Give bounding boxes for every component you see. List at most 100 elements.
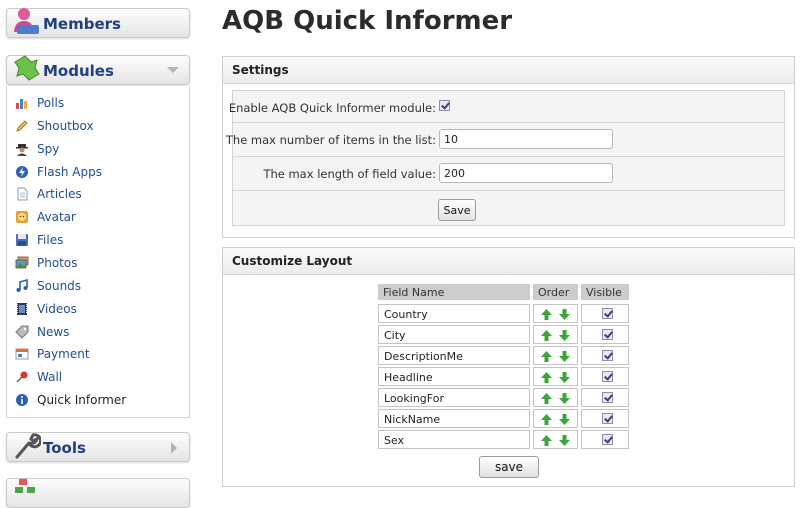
poll-chart-icon xyxy=(15,96,29,110)
members-icon xyxy=(14,8,39,34)
move-down-icon[interactable] xyxy=(559,309,570,320)
visible-checkbox[interactable] xyxy=(602,392,613,403)
field-name-cell: Headline xyxy=(378,367,530,386)
sidebar-item-label: Articles xyxy=(37,187,82,202)
news-tag-icon xyxy=(15,325,29,339)
sidebar-item-flash-apps[interactable]: Flash Apps xyxy=(15,163,102,181)
order-cell xyxy=(533,325,578,344)
modules-header[interactable]: Modules xyxy=(6,55,190,85)
pencil-icon xyxy=(15,119,29,133)
move-down-icon[interactable] xyxy=(559,330,570,341)
field-name-header: Field Name xyxy=(378,284,530,300)
field-name-cell: DescriptionMe xyxy=(378,346,530,365)
move-up-icon[interactable] xyxy=(541,393,552,404)
visible-cell xyxy=(581,388,629,407)
visible-checkbox[interactable] xyxy=(602,329,613,340)
order-header: Order xyxy=(533,284,578,300)
members-label: Members xyxy=(43,15,121,33)
enable-checkbox[interactable] xyxy=(439,100,450,111)
chevron-down-icon xyxy=(167,67,179,73)
sidebar-item-quick-informer[interactable]: Quick Informer xyxy=(15,391,126,409)
sidebar-item-label: Flash Apps xyxy=(37,164,102,179)
sidebar-item-label: Spy xyxy=(37,141,60,156)
page-title: AQB Quick Informer xyxy=(222,6,513,36)
sidebar-item-label: Files xyxy=(37,233,64,248)
move-up-icon[interactable] xyxy=(541,309,552,320)
move-up-icon[interactable] xyxy=(541,372,552,383)
sidebar-item-videos[interactable]: Videos xyxy=(15,300,77,318)
sidebar-item-spy[interactable]: Spy xyxy=(15,140,59,158)
members-header[interactable]: Members xyxy=(6,8,190,38)
sidebar-item-news[interactable]: News xyxy=(15,323,69,341)
sidebar-item-label: Payment xyxy=(37,347,90,362)
sidebar-item-sounds[interactable]: Sounds xyxy=(15,277,81,295)
tools-header[interactable]: Tools xyxy=(6,432,190,462)
max-length-input[interactable] xyxy=(439,163,613,183)
max-length-label: The max length of field value: xyxy=(263,167,436,181)
visible-checkbox[interactable] xyxy=(602,308,613,319)
visible-cell xyxy=(581,325,629,344)
sidebar-item-label: Polls xyxy=(37,96,65,110)
enable-label: Enable AQB Quick Informer module: xyxy=(228,101,436,115)
settings-save-button[interactable]: Save xyxy=(438,199,476,221)
settings-title: Settings xyxy=(223,57,794,84)
payment-icon xyxy=(15,347,29,361)
order-cell xyxy=(533,388,578,407)
move-up-icon[interactable] xyxy=(541,414,552,425)
move-up-icon[interactable] xyxy=(541,351,552,362)
move-up-icon[interactable] xyxy=(541,435,552,446)
chevron-right-icon xyxy=(171,442,177,454)
field-name-cell: NickName xyxy=(378,409,530,428)
visible-checkbox[interactable] xyxy=(602,434,613,445)
flash-icon xyxy=(15,165,29,179)
visible-checkbox[interactable] xyxy=(602,371,613,382)
sidebar-item-shoutbox[interactable]: Shoutbox xyxy=(15,117,94,135)
film-icon xyxy=(15,302,29,316)
enable-row: Enable AQB Quick Informer module: xyxy=(229,91,784,123)
field-name-cell: LookingFor xyxy=(378,388,530,407)
sidebar-item-avatar[interactable]: Avatar xyxy=(15,208,76,226)
floppy-disk-icon xyxy=(15,233,29,247)
wrench-icon xyxy=(15,433,41,459)
tools-label: Tools xyxy=(43,439,86,457)
sidebar-item-label: Wall xyxy=(37,370,63,385)
visible-cell xyxy=(581,409,629,428)
sidebar-item-files[interactable]: Files xyxy=(15,231,63,249)
max-items-input[interactable] xyxy=(439,129,613,149)
customize-layout-title: Customize Layout xyxy=(223,248,794,275)
move-down-icon[interactable] xyxy=(559,351,570,362)
sidebar-item-label: News xyxy=(37,324,70,339)
order-cell xyxy=(533,304,578,323)
sidebar-item-polls[interactable]: Polls xyxy=(15,94,64,112)
visible-cell xyxy=(581,367,629,386)
order-cell xyxy=(533,409,578,428)
move-up-icon[interactable] xyxy=(541,330,552,341)
move-down-icon[interactable] xyxy=(559,393,570,404)
sidebar-item-label: Videos xyxy=(37,301,77,316)
field-name-cell: Country xyxy=(378,304,530,323)
sidebar-item-label: Quick Informer xyxy=(37,393,127,408)
sidebar-item-wall[interactable]: Wall xyxy=(15,368,62,386)
sidebar-item-payment[interactable]: Payment xyxy=(15,345,90,363)
puzzle-icon xyxy=(14,55,40,81)
sidebar-item-label: Avatar xyxy=(37,210,76,225)
move-down-icon[interactable] xyxy=(559,372,570,383)
sidebar-item-label: Photos xyxy=(37,255,78,270)
move-down-icon[interactable] xyxy=(559,414,570,425)
visible-checkbox[interactable] xyxy=(602,413,613,424)
max-length-row: The max length of field value: xyxy=(233,157,784,191)
order-cell xyxy=(533,346,578,365)
next-section-header[interactable] xyxy=(6,478,190,508)
builder-icon xyxy=(15,479,35,493)
move-down-icon[interactable] xyxy=(559,435,570,446)
photos-icon xyxy=(15,256,29,270)
avatar-face-icon xyxy=(15,210,29,224)
sidebar-item-photos[interactable]: Photos xyxy=(15,254,77,272)
visible-cell xyxy=(581,346,629,365)
visible-checkbox[interactable] xyxy=(602,350,613,361)
info-icon xyxy=(15,393,29,407)
layout-save-button[interactable]: save xyxy=(479,456,539,478)
sidebar-item-label: Sounds xyxy=(37,278,82,293)
sidebar-item-articles[interactable]: Articles xyxy=(15,185,82,203)
modules-list: Polls Shoutbox Spy Flash Apps Articles Avatar… xyxy=(6,86,190,418)
